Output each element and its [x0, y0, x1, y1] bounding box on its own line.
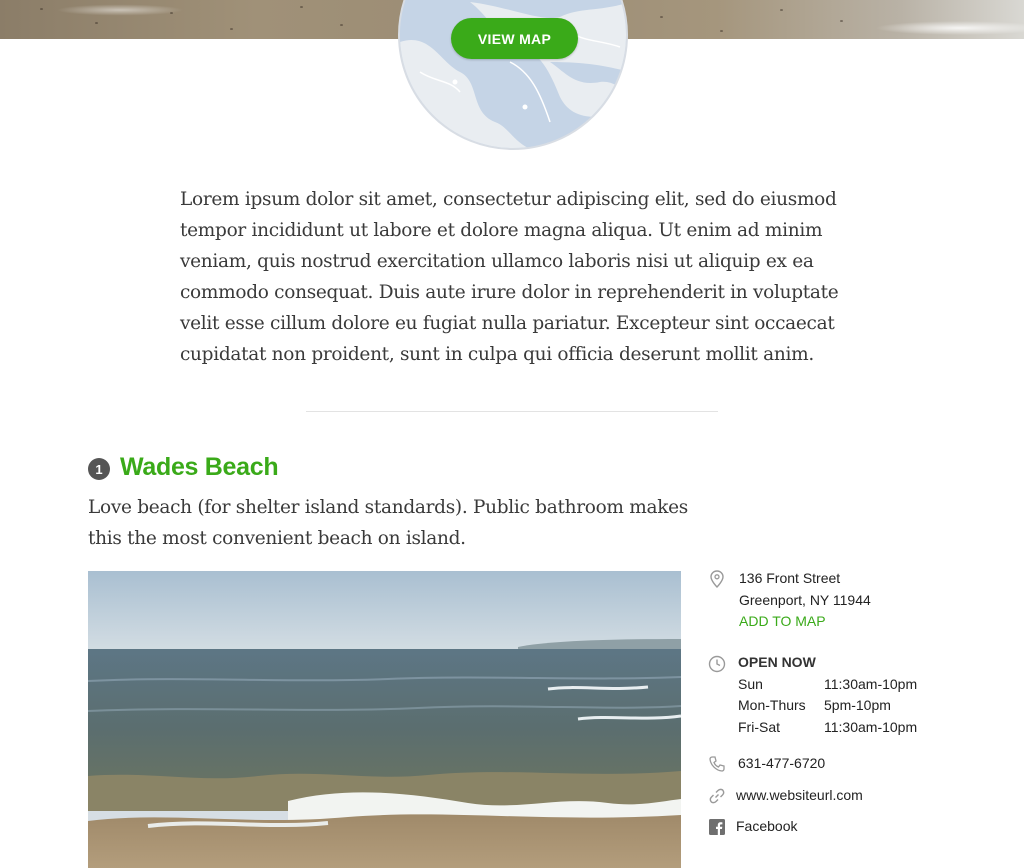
place-title[interactable]: Wades Beach: [120, 453, 279, 482]
intro-paragraph: Lorem ipsum dolor sit amet, consectetur …: [180, 189, 839, 365]
map-pin-icon: [708, 570, 726, 588]
phone-number[interactable]: 631-477-6720: [738, 753, 825, 775]
facebook-link[interactable]: Facebook: [736, 816, 797, 838]
hours-row: Fri-Sat 11:30am-10pm: [738, 717, 917, 739]
clock-icon: [708, 655, 726, 673]
place-number-badge: 1: [88, 458, 110, 480]
section-divider: [306, 411, 718, 412]
hours-day: Sun: [738, 675, 763, 692]
place-photo[interactable]: [88, 571, 681, 868]
add-to-map-link[interactable]: ADD TO MAP: [739, 611, 871, 633]
facebook-icon: [708, 818, 726, 836]
hours-time: 5pm-10pm: [824, 697, 891, 713]
hours-row: Sun 11:30am-10pm: [738, 674, 917, 696]
hours-day: Fri-Sat: [738, 718, 780, 735]
hours-row: Mon-Thurs 5pm-10pm: [738, 695, 917, 717]
link-icon: [708, 787, 726, 805]
open-now-status: OPEN NOW: [738, 654, 816, 670]
phone-icon: [708, 755, 726, 773]
place-description: Love beach (for shelter island standards…: [88, 497, 688, 549]
hours-time: 11:30am-10pm: [824, 718, 918, 735]
beach-photo-illustration: [88, 571, 681, 868]
hours-day: Mon-Thurs: [738, 697, 806, 713]
view-map-button[interactable]: VIEW MAP: [451, 18, 578, 59]
address-line-1: 136 Front Street: [739, 570, 841, 586]
website-link[interactable]: www.websiteurl.com: [736, 785, 863, 807]
address-line-2: Greenport, NY 11944: [739, 591, 871, 608]
hours-time: 11:30am-10pm: [824, 675, 918, 692]
